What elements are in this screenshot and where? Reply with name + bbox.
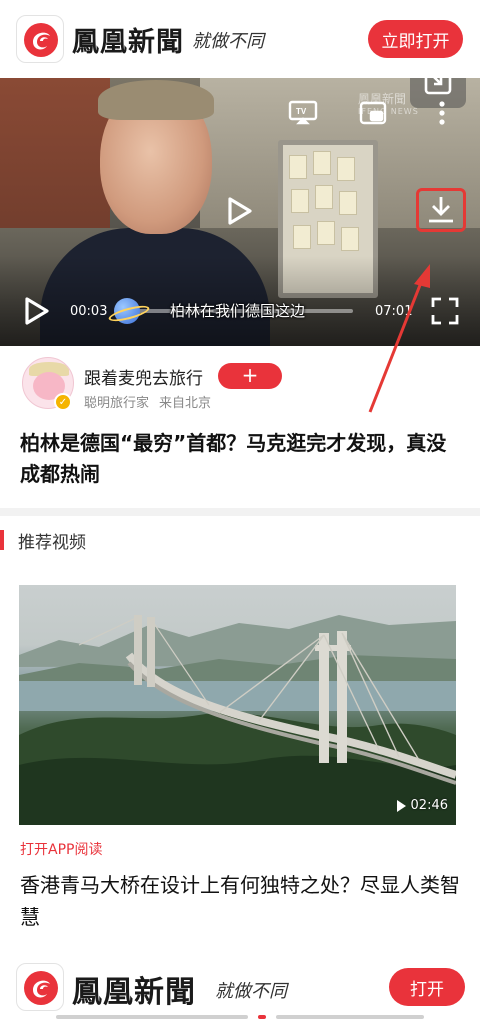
open-app-button[interactable]: 立即打开	[368, 20, 463, 58]
open-app-read-tag[interactable]: 打开APP阅读	[20, 839, 102, 859]
ifeng-logo	[16, 963, 64, 1011]
banner-open-button[interactable]: 打开	[389, 968, 465, 1006]
section-accent-bar	[0, 530, 4, 550]
current-time: 00:03	[70, 304, 108, 319]
video-subtitle: 柏林在我们德国这边	[170, 302, 306, 320]
recommend-video-thumbnail[interactable]: 02:46	[19, 585, 456, 825]
app-header: 鳳凰新聞 就做不同 立即打开	[0, 0, 480, 78]
banner-slogan: 就做不同	[215, 981, 287, 1002]
author-name[interactable]: 跟着麦兜去旅行	[84, 364, 203, 389]
bottom-indicator	[258, 1015, 266, 1019]
recommend-video-title[interactable]: 香港青马大桥在设计上有何独特之处？尽显人类智慧	[20, 869, 460, 933]
follow-button[interactable]: +	[218, 363, 282, 389]
svg-text:TV: TV	[296, 107, 307, 116]
author-tag: 聪明旅行家	[84, 396, 150, 411]
bottom-indicator	[56, 1015, 248, 1019]
ifeng-logo	[16, 15, 64, 63]
verified-badge-icon: ✓	[54, 393, 72, 411]
author-meta: 聪明旅行家 来自北京	[84, 392, 221, 411]
bridge-scene	[19, 615, 456, 825]
article-title: 柏林是德国“最穷”首都？马克逛完才发现，真没成都热闹	[20, 431, 447, 486]
section-divider	[0, 508, 480, 516]
brand-slogan: 就做不同	[192, 31, 264, 52]
bottom-open-app-banner[interactable]: 鳳凰新聞 就做不同 打开	[0, 955, 480, 1021]
section-title: 推荐视频	[18, 533, 86, 553]
brand-name: 鳳凰新聞	[72, 27, 184, 58]
pip-icon[interactable]	[356, 98, 390, 128]
more-icon[interactable]	[432, 98, 452, 128]
download-icon	[429, 197, 453, 223]
bottom-indicator	[276, 1015, 424, 1019]
download-button[interactable]	[416, 188, 466, 232]
play-pause-icon[interactable]	[20, 294, 52, 328]
video-duration: 02:46	[396, 798, 448, 813]
play-icon[interactable]	[222, 194, 256, 232]
annotation-arrow	[368, 264, 430, 413]
tv-cast-icon[interactable]: TV	[286, 98, 320, 128]
author-location: 来自北京	[159, 396, 212, 411]
banner-brand-name: 鳳凰新聞	[72, 975, 196, 1010]
progress-thumb-icon[interactable]	[114, 298, 140, 324]
video-scene-person-hair	[98, 80, 214, 120]
play-triangle-icon	[396, 799, 406, 812]
